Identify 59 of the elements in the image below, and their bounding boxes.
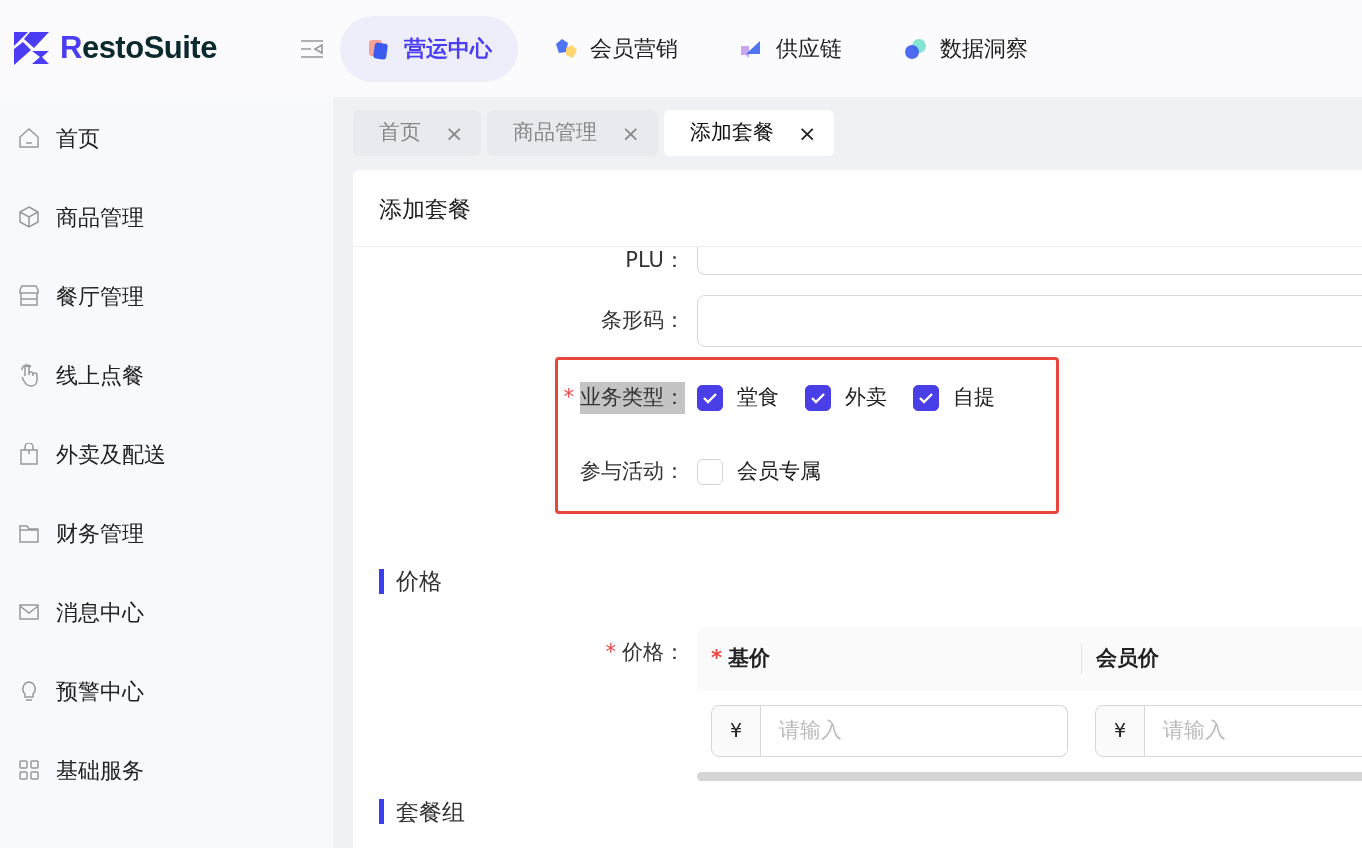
required-mark: *: [711, 645, 722, 670]
sidebar-item[interactable]: 外卖及配送: [56, 438, 166, 471]
close-icon[interactable]: ×: [797, 116, 817, 150]
page-title: 添加套餐: [379, 196, 471, 222]
field-label: PLU：: [625, 248, 685, 273]
sidebar-item[interactable]: 消息中心: [56, 596, 144, 629]
nav-tab[interactable]: 会员营销: [526, 15, 704, 82]
grid-icon: [18, 759, 40, 782]
field-label: 业务类型：: [580, 382, 685, 414]
sidebar-item[interactable]: 财务管理: [56, 517, 144, 550]
nav-tab[interactable]: 营运中心: [340, 15, 518, 82]
checkbox-label: 外卖: [845, 384, 887, 412]
folder-icon: [18, 522, 40, 545]
section-marker: [379, 799, 384, 825]
sidebar-item[interactable]: 商品管理: [56, 201, 144, 234]
column-header: 会员价: [1096, 645, 1159, 670]
column-header: 基价: [728, 645, 770, 670]
cube-icon: [18, 206, 40, 229]
sidebar-item[interactable]: 基础服务: [56, 754, 144, 787]
checkbox[interactable]: [913, 385, 939, 411]
store-icon: [18, 285, 40, 308]
pointer-hand-icon: [18, 364, 40, 387]
required-mark: *: [563, 384, 574, 412]
brand-name: RestoSuite: [60, 29, 217, 68]
logo-icon: [14, 32, 50, 65]
field-label: 参与活动：: [580, 458, 685, 486]
page-tab[interactable]: 添加套餐: [689, 117, 774, 149]
section-marker: [379, 568, 384, 594]
input-field[interactable]: 请输入: [761, 704, 1068, 757]
home-icon: [18, 127, 40, 150]
section-title: 套餐组: [396, 797, 465, 827]
currency-prefix: ¥: [1095, 704, 1145, 757]
checkbox-label: 会员专属: [737, 458, 821, 486]
sidebar-item[interactable]: 餐厅管理: [56, 280, 144, 313]
nav-tab[interactable]: 供应链: [712, 15, 868, 82]
check-icon: [810, 392, 826, 404]
sidebar-item[interactable]: 首页: [56, 122, 100, 155]
bag-icon: [18, 443, 40, 466]
check-icon: [702, 392, 718, 404]
required-mark: *: [605, 639, 616, 664]
section-title: 价格: [396, 567, 442, 596]
checkbox-label: 自提: [953, 384, 995, 412]
field-label: 价格：: [622, 639, 685, 664]
input-field[interactable]: [697, 247, 1362, 275]
scrollbar[interactable]: [697, 771, 1362, 781]
input-field[interactable]: [697, 295, 1362, 347]
circles-icon: [904, 37, 928, 60]
sidebar-item[interactable]: 预警中心: [56, 675, 144, 708]
field-label: 条形码：: [601, 308, 685, 333]
checkbox[interactable]: [697, 385, 723, 411]
check-icon: [918, 392, 934, 404]
collapse-menu-icon[interactable]: [300, 39, 324, 58]
sidebar-item[interactable]: 线上点餐: [56, 359, 144, 392]
currency-prefix: ¥: [711, 704, 761, 757]
input-field[interactable]: 请输入: [1145, 704, 1362, 757]
gems-icon: [554, 37, 578, 60]
checkbox-label: 堂食: [737, 384, 779, 412]
nav-tab[interactable]: 数据洞察: [876, 15, 1054, 82]
checkbox[interactable]: [805, 385, 831, 411]
